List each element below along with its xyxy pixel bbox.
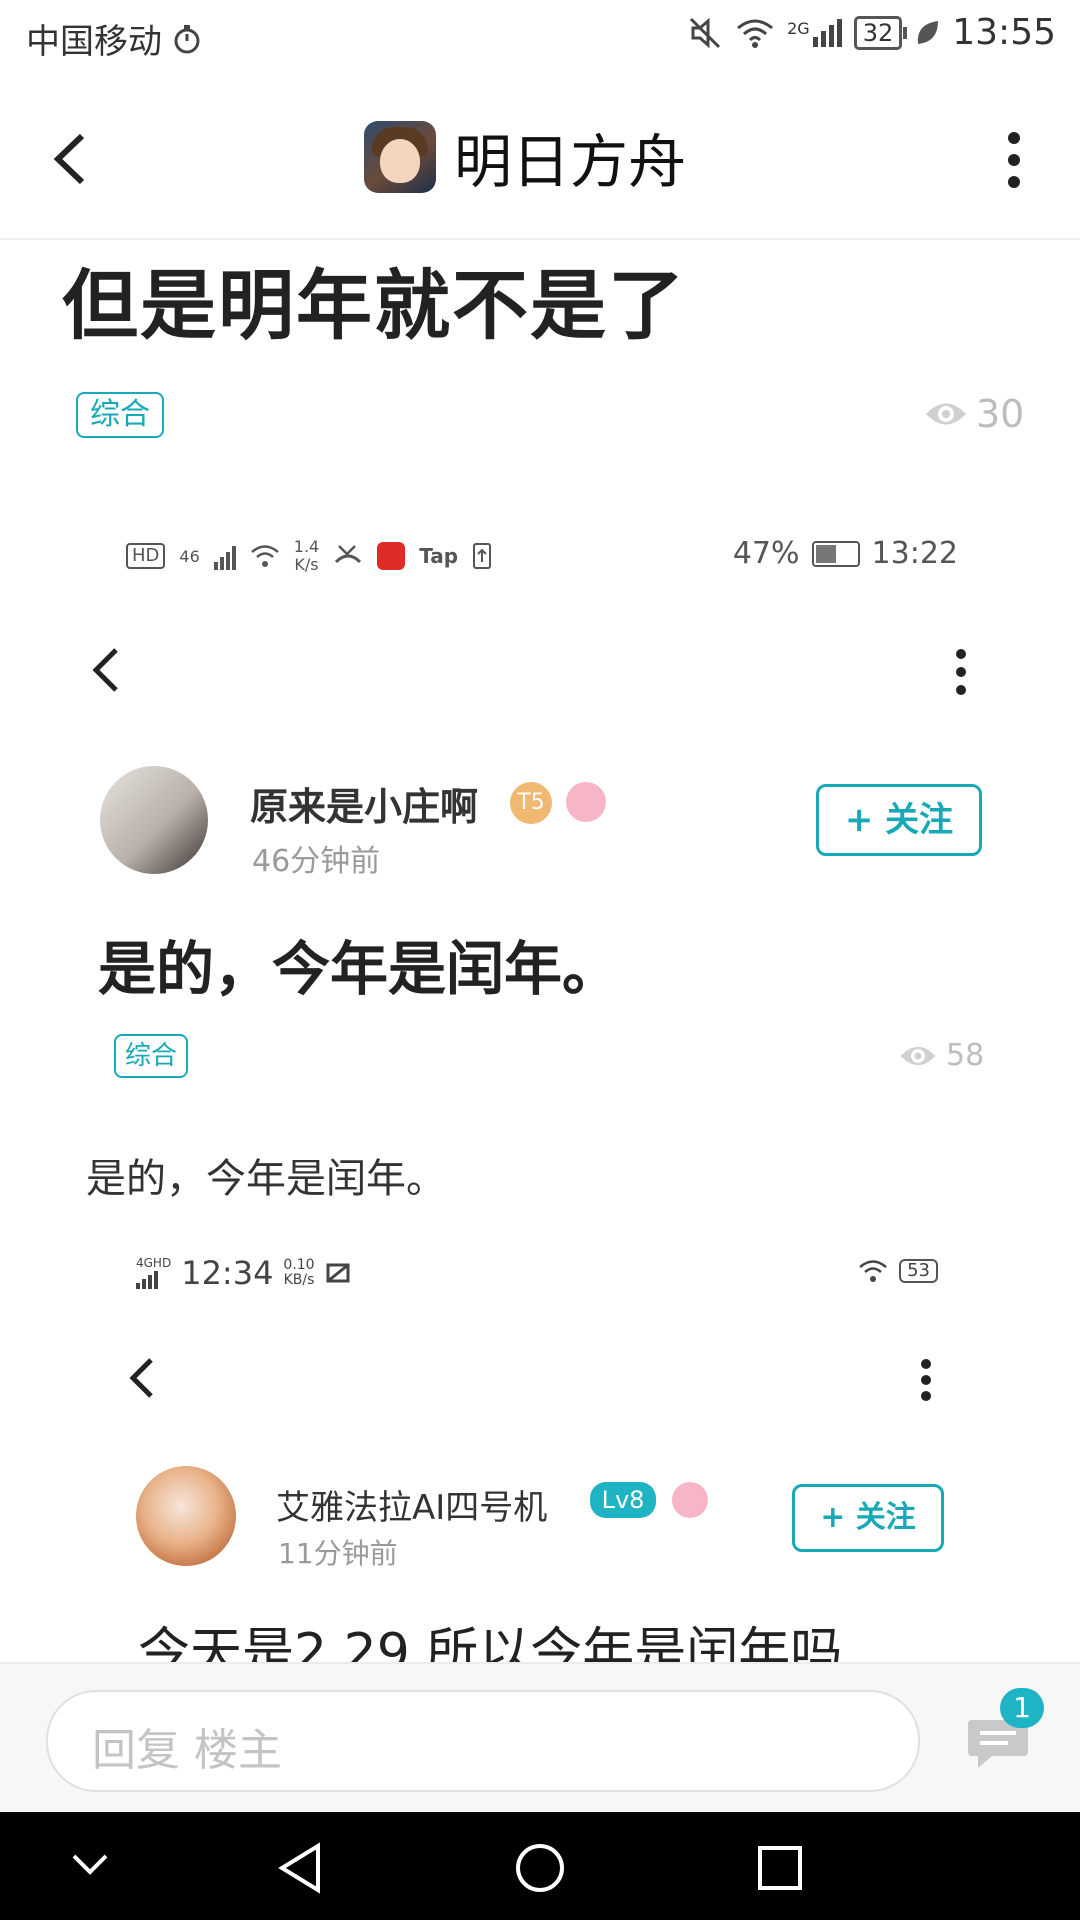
embedded-eye-icon <box>900 1046 936 1065</box>
embedded2-speed-value: 0.10 <box>283 1257 315 1273</box>
embedded-network-type: 46 <box>179 546 200 566</box>
post-view-count: 30 <box>924 392 1024 436</box>
author-name: 原来是小庄啊 <box>250 785 479 829</box>
nav-back-icon[interactable] <box>276 1842 324 1894</box>
embedded-post-tag: 综合 <box>114 1034 188 1078</box>
reply-bar: 回复 楼主 1 <box>0 1662 1080 1814</box>
header-title-group: 明日方舟 <box>364 118 686 196</box>
author-badge: T5 <box>510 782 552 824</box>
author2-post-time: 11分钟前 <box>278 1537 398 1570</box>
upload-icon <box>473 543 492 569</box>
nav-home-icon[interactable] <box>514 1842 566 1894</box>
follow-button-2[interactable]: + 关注 <box>792 1484 944 1552</box>
embedded2-speed-unit: KB/s <box>283 1272 315 1288</box>
reply-placeholder: 回复 楼主 <box>92 1725 282 1776</box>
embedded-post-body: 是的，今年是闰年。 <box>86 1156 446 1202</box>
embedded-battery-percent: 47% <box>732 536 800 571</box>
network-type: 2G <box>787 18 810 38</box>
mute-icon <box>690 17 721 48</box>
post-title: 但是明年就不是了 <box>62 261 686 350</box>
embedded2-back-icon <box>129 1358 153 1398</box>
embedded-status-bar-2: 4GHD 12:34 0.10 KB/s 53 <box>136 1254 946 1304</box>
leaf-icon <box>918 20 939 44</box>
wifi-icon <box>737 19 774 48</box>
collapse-icon[interactable] <box>70 1850 110 1880</box>
follow-button[interactable]: + 关注 <box>816 784 982 856</box>
more-options-icon[interactable] <box>1004 130 1024 190</box>
embedded-speed-unit: K/s <box>294 555 319 574</box>
embedded2-wifi-icon <box>859 1260 887 1282</box>
embedded-back-icon <box>92 648 118 692</box>
embedded2-battery: 53 <box>899 1259 938 1283</box>
nav-recents-icon[interactable] <box>756 1844 804 1892</box>
gender-badge-icon <box>566 782 606 822</box>
embedded-battery-icon <box>811 540 860 567</box>
missed-call-icon <box>335 545 362 564</box>
embedded-clock: 13:22 <box>871 536 958 571</box>
embedded-status-bar-1: HD 46 1.4 K/s Tap 47% 13:22 <box>126 530 966 586</box>
video-app-icon <box>377 542 406 570</box>
author2-avatar <box>136 1466 236 1566</box>
embedded-more-icon <box>956 649 966 695</box>
signal-icon: 2G <box>787 18 842 47</box>
system-nav-bar <box>0 1812 1080 1920</box>
level-badge: Lv8 <box>590 1482 656 1518</box>
page-title: 明日方舟 <box>454 128 687 196</box>
embedded-wifi-icon <box>250 545 279 567</box>
author2-gender-badge-icon <box>672 1482 708 1518</box>
embedded2-network-type: 4GHD <box>136 1256 172 1270</box>
carrier-label: 中国移动 <box>26 22 162 62</box>
embedded2-signal-icon: 4GHD <box>136 1257 171 1289</box>
author-avatar <box>100 766 208 874</box>
embedded-speed-value: 1.4 <box>293 537 320 556</box>
clock: 13:55 <box>952 12 1056 53</box>
app-header: 明日方舟 <box>0 80 1080 240</box>
post-time: 46分钟前 <box>252 844 381 879</box>
embedded-signal-icon <box>213 542 236 570</box>
author2-name: 艾雅法拉AI四号机 <box>276 1488 548 1528</box>
embedded2-more-icon <box>921 1359 931 1401</box>
view-count-value: 30 <box>976 392 1025 436</box>
eye-icon <box>926 403 966 425</box>
comment-count-badge: 1 <box>1000 1688 1044 1728</box>
game-icon <box>364 121 436 193</box>
embedded-view-value: 58 <box>946 1038 985 1073</box>
hd-label: HD <box>126 543 166 569</box>
tap-app-label: Tap <box>419 544 459 568</box>
stopwatch-icon <box>174 24 200 53</box>
status-bar: 中国移动 2G 32 13:55 <box>0 0 1080 75</box>
screenshot-icon <box>326 1263 350 1283</box>
battery-indicator: 32 <box>853 15 907 50</box>
embedded2-clock: 12:34 <box>181 1254 274 1292</box>
back-button[interactable] <box>40 124 110 194</box>
embedded-post-title: 是的，今年是闰年。 <box>98 935 621 1003</box>
post-tag[interactable]: 综合 <box>76 392 164 438</box>
reply-input[interactable]: 回复 楼主 <box>46 1690 920 1792</box>
embedded-view-count: 58 <box>898 1038 984 1073</box>
